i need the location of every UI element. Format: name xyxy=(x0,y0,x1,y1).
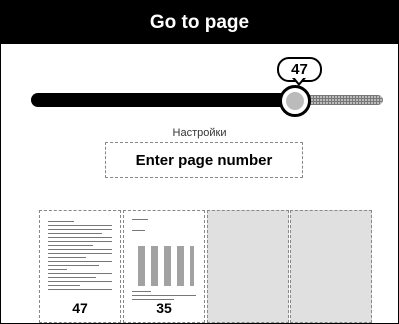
thumbnail-page-4[interactable] xyxy=(290,210,372,323)
thumbnail-page-number: 47 xyxy=(72,300,88,316)
bubble-tail-inner xyxy=(294,77,304,83)
settings-label: Настройки xyxy=(172,127,227,139)
thumbnail-text xyxy=(132,219,196,234)
thumbnail-page-number: 35 xyxy=(156,300,172,316)
go-to-page-dialog: Go to page 47 Настройки Enter page numbe… xyxy=(0,0,399,324)
slider-thumb-center xyxy=(285,91,305,111)
slider-thumb[interactable] xyxy=(279,85,311,117)
thumbnail-figure xyxy=(138,246,194,286)
thumbnail-text xyxy=(48,221,112,293)
thumbnail-page-2[interactable]: 35 xyxy=(123,210,205,323)
dialog-title: Go to page xyxy=(1,1,398,44)
page-thumbnails: 47 35 xyxy=(39,210,372,323)
slider-filled-track xyxy=(31,93,295,107)
page-slider[interactable] xyxy=(31,93,383,107)
thumbnail-page-3[interactable] xyxy=(207,210,289,323)
thumbnail-page-1[interactable]: 47 xyxy=(39,210,121,323)
page-number-input[interactable]: Enter page number xyxy=(105,142,303,178)
